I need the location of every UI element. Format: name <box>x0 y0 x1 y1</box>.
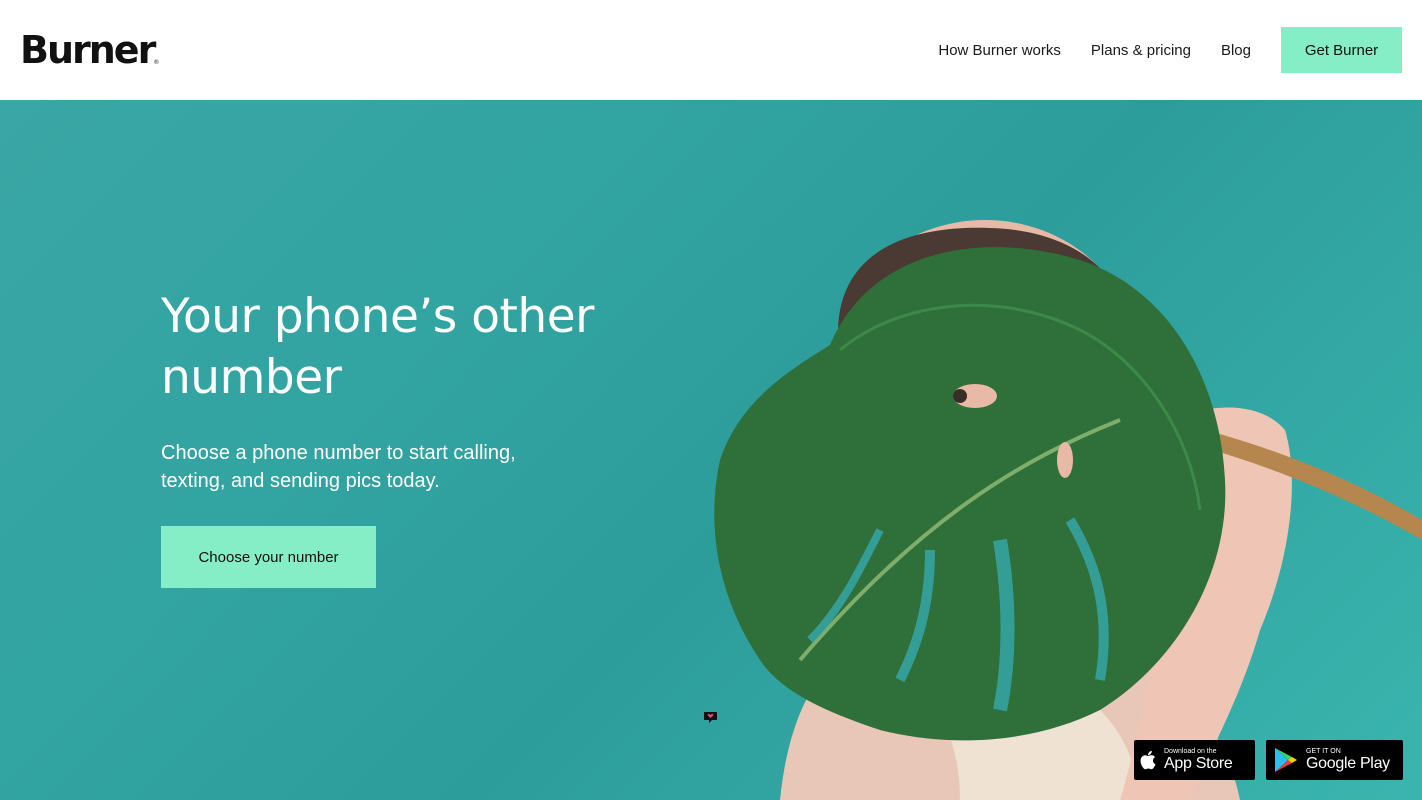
burner-logo[interactable]: Burner ® <box>20 28 159 72</box>
app-store-badge[interactable]: Download on the App Store <box>1134 740 1255 780</box>
google-play-big-text: Google Play <box>1306 755 1390 772</box>
choose-your-number-button[interactable]: Choose your number <box>161 526 376 588</box>
monstera-leaf <box>714 247 1226 741</box>
logo-text: Burner <box>20 28 156 72</box>
site-header: Burner ® How Burner works Plans & pricing… <box>0 0 1422 100</box>
nav-blog[interactable]: Blog <box>1221 42 1251 59</box>
hero-text-block: Your phone’s other number Choose a phone… <box>161 286 621 588</box>
google-play-small-text: GET IT ON <box>1306 748 1341 755</box>
hero-section: Your phone’s other number Choose a phone… <box>0 100 1422 800</box>
app-store-big-text: App Store <box>1164 755 1233 772</box>
hero-headline: Your phone’s other number <box>161 289 594 405</box>
google-play-badge[interactable]: GET IT ON Google Play <box>1266 740 1403 780</box>
logo-registered-mark: ® <box>153 59 160 66</box>
apple-icon <box>1134 750 1164 770</box>
nav-how-burner-works[interactable]: How Burner works <box>938 42 1061 59</box>
chat-heart-icon[interactable] <box>703 711 718 725</box>
get-burner-button[interactable]: Get Burner <box>1281 27 1402 73</box>
main-nav: How Burner works Plans & pricing Blog Ge… <box>908 27 1402 73</box>
hero-subheadline: Choose a phone number to start calling, … <box>161 442 516 492</box>
google-play-icon <box>1266 747 1306 773</box>
app-store-small-text: Download on the <box>1164 748 1217 755</box>
nav-plans-pricing[interactable]: Plans & pricing <box>1091 42 1191 59</box>
